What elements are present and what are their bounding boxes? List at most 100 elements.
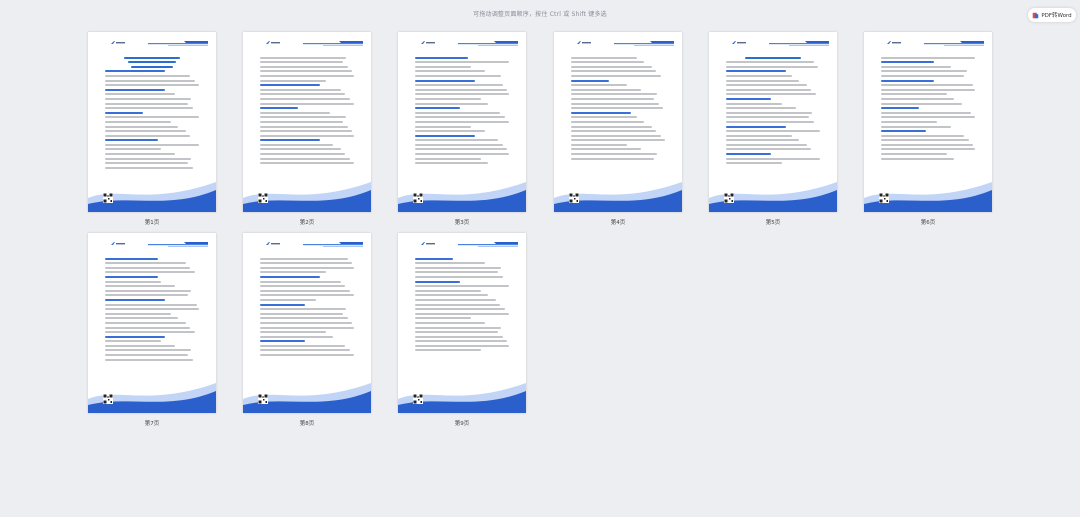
text-line	[881, 130, 927, 133]
text-line	[260, 65, 349, 68]
text-line	[415, 74, 502, 77]
text-line	[881, 61, 934, 64]
page-thumbnail[interactable]: 第3页	[398, 32, 526, 226]
text-line	[260, 116, 347, 119]
text-line	[415, 157, 481, 160]
text-line	[260, 93, 345, 96]
text-line	[726, 120, 815, 123]
text-line	[127, 61, 177, 64]
text-line	[415, 148, 508, 151]
page-thumbnail[interactable]: 第2页	[243, 32, 371, 226]
text-line	[260, 275, 321, 278]
text-line	[415, 153, 509, 156]
document-logo-icon	[421, 242, 435, 245]
qr-code-icon	[569, 193, 579, 203]
text-line	[726, 79, 800, 82]
text-line	[105, 326, 190, 329]
text-line	[415, 303, 500, 306]
qr-code-icon	[103, 193, 113, 203]
text-line	[415, 116, 506, 119]
text-line	[881, 65, 951, 68]
document-logo-icon	[887, 41, 901, 44]
text-line	[571, 97, 654, 100]
text-line	[105, 116, 199, 119]
text-line	[105, 321, 186, 324]
text-line	[260, 340, 306, 343]
text-line	[260, 344, 345, 347]
text-line	[726, 93, 817, 96]
text-line	[881, 157, 955, 160]
text-line	[881, 143, 974, 146]
text-line	[260, 262, 353, 265]
text-line	[260, 130, 353, 133]
page-number-label: 第1页	[144, 220, 160, 226]
text-line	[571, 153, 658, 156]
page-preview	[864, 32, 992, 212]
text-line	[105, 266, 190, 269]
text-line	[415, 257, 453, 260]
text-line	[726, 130, 820, 133]
text-line	[260, 162, 354, 165]
page-thumbnail[interactable]: 第1页	[88, 32, 216, 226]
text-line	[881, 74, 964, 77]
page-preview	[243, 32, 371, 212]
pdf-to-word-button[interactable]: PDF转Word	[1028, 8, 1076, 22]
text-line	[726, 139, 800, 142]
text-line	[726, 97, 772, 100]
text-line	[105, 317, 179, 320]
page-thumbnail[interactable]: 第4页	[554, 32, 682, 226]
page-number-label: 第8页	[299, 421, 315, 427]
text-line	[105, 143, 199, 146]
text-line	[415, 120, 509, 123]
text-line	[415, 344, 509, 347]
text-line	[415, 65, 472, 68]
text-line	[415, 84, 504, 87]
text-line	[415, 275, 504, 278]
text-line	[415, 143, 504, 146]
page-thumbnail[interactable]: 第5页	[709, 32, 837, 226]
text-line	[726, 102, 783, 105]
text-line	[415, 280, 461, 283]
page-thumbnail[interactable]: 第9页	[398, 233, 526, 427]
text-line	[105, 166, 194, 169]
document-logo-icon	[266, 242, 280, 245]
page-number-label: 第4页	[610, 220, 626, 226]
text-line	[881, 88, 975, 91]
text-line	[571, 61, 645, 64]
page-text-block	[571, 54, 665, 160]
text-line	[881, 56, 975, 59]
text-line	[726, 157, 820, 160]
text-line	[260, 125, 349, 128]
text-line	[415, 285, 509, 288]
text-line	[415, 271, 498, 274]
page-thumbnail[interactable]: 第7页	[88, 233, 216, 427]
page-thumbnail[interactable]: 第8页	[243, 233, 371, 427]
text-line	[260, 354, 354, 357]
text-line	[105, 275, 158, 278]
text-line	[260, 308, 347, 311]
text-line	[105, 340, 162, 343]
text-line	[260, 294, 354, 297]
text-line	[415, 93, 509, 96]
text-line	[105, 88, 166, 91]
qr-code-icon	[413, 193, 423, 203]
text-line	[260, 312, 343, 315]
text-line	[571, 130, 656, 133]
text-line	[260, 266, 354, 269]
qr-code-icon	[413, 394, 423, 404]
text-line	[260, 56, 347, 59]
text-line	[260, 289, 351, 292]
text-line	[105, 107, 194, 110]
text-line	[260, 107, 298, 110]
text-line	[415, 321, 485, 324]
page-thumbnail[interactable]: 第6页	[864, 32, 992, 226]
header-stripes	[148, 242, 208, 247]
header-stripes	[303, 242, 363, 247]
text-line	[260, 326, 354, 329]
text-line	[260, 271, 326, 274]
text-line	[726, 65, 819, 68]
text-line	[105, 257, 158, 260]
document-logo-icon	[111, 41, 125, 44]
text-line	[726, 162, 783, 165]
text-line	[105, 289, 192, 292]
